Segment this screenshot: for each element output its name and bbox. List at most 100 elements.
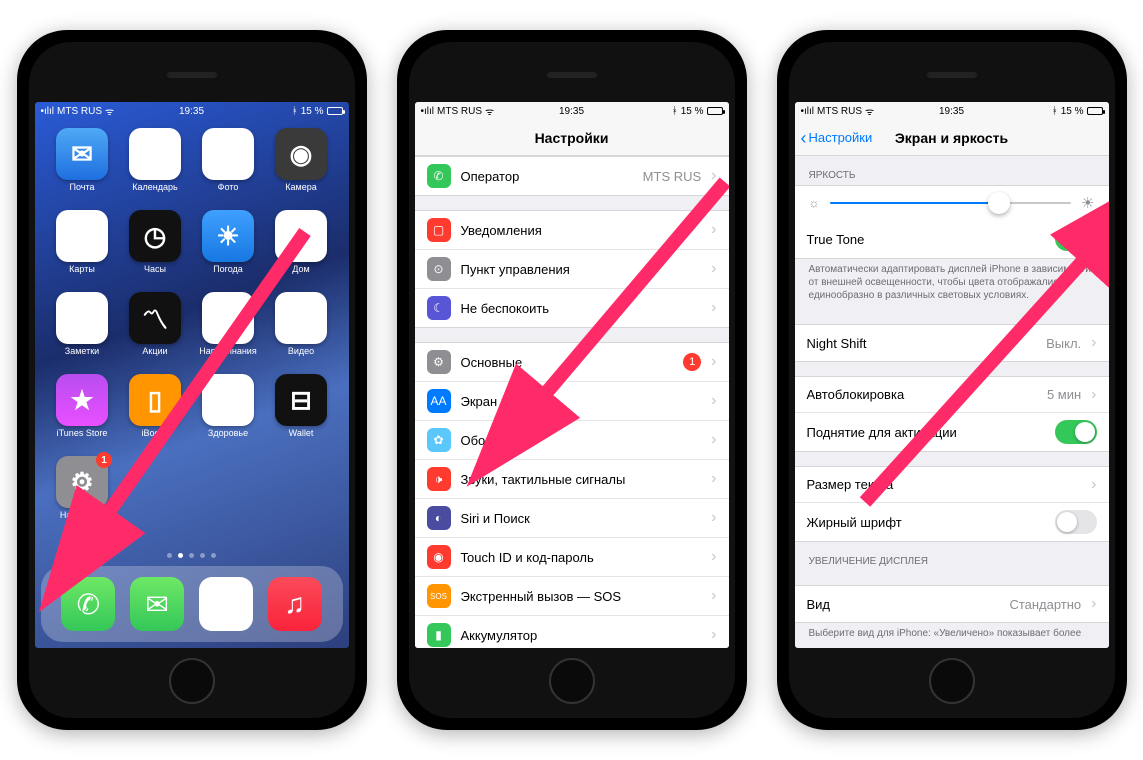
row-icon: ◐ — [427, 506, 451, 530]
bold-text-toggle[interactable] — [1055, 510, 1097, 534]
app-label: Фото — [218, 182, 239, 192]
ibooks-icon: ▯ — [129, 374, 181, 426]
status-bar: •ılılMTS RUSᯤ 19:35 ᚼ15 % — [795, 102, 1109, 120]
settings-icon: ⚙1 — [56, 456, 108, 508]
app-stocks[interactable]: 〽 Акции — [122, 292, 189, 370]
calendar-icon: 23 — [129, 128, 181, 180]
chevron-right-icon: › — [1091, 386, 1096, 404]
app-ibooks[interactable]: ▯ iBooks — [122, 374, 189, 452]
settings-row-звуки-тактильные-сигналы[interactable]: 🕩Звуки, тактильные сигналы› — [415, 460, 729, 499]
row-label: Основные — [461, 355, 674, 370]
app-grid: ✉ Почта 23Календарь✿Фото◉Камера ➤Карты◷Часы… — [35, 120, 349, 548]
back-button[interactable]: ‹ Настройки — [801, 129, 873, 147]
app-label: Карты — [69, 264, 95, 274]
app-calendar[interactable]: 23Календарь — [122, 128, 189, 206]
app-maps[interactable]: ➤Карты — [49, 210, 116, 288]
chevron-right-icon: › — [711, 353, 716, 371]
truetone-description: Автоматически адаптировать дисплей iPhon… — [795, 259, 1109, 310]
settings-row-экран-и-яркость[interactable]: AAЭкран и яркость› — [415, 382, 729, 421]
autolock-row[interactable]: Автоблокировка 5 мин › — [795, 377, 1109, 413]
app-weather[interactable]: ☀Погода — [195, 210, 262, 288]
row-label: Уведомления — [461, 223, 702, 238]
app-notes[interactable]: ≡Заметки — [49, 292, 116, 370]
app-home[interactable]: ⌂Дом — [268, 210, 335, 288]
app-wallet[interactable]: ⊟Wallet — [268, 374, 335, 452]
settings-row-touch-id-и-код-пароль[interactable]: ◉Touch ID и код-пароль› — [415, 538, 729, 577]
app-reminders[interactable]: ☑Напоминания — [195, 292, 262, 370]
chevron-right-icon: › — [1091, 334, 1096, 352]
settings-row-уведомления[interactable]: ▢Уведомления› — [415, 211, 729, 250]
health-icon: ♥ — [202, 374, 254, 426]
app-health[interactable]: ♥Здоровье — [195, 374, 262, 452]
row-label: Touch ID и код-пароль — [461, 550, 702, 565]
row-icon: ☾ — [427, 296, 451, 320]
app-photos[interactable]: ✿Фото — [195, 128, 262, 206]
page-indicator[interactable] — [35, 548, 349, 562]
app-label: Камера — [285, 182, 316, 192]
settings-row-пункт-управления[interactable]: ⊙Пункт управления› — [415, 250, 729, 289]
app-clock[interactable]: ◷Часы — [122, 210, 189, 288]
settings-row-обои[interactable]: ✿Обои› — [415, 421, 729, 460]
row-label: Оператор — [461, 169, 633, 184]
chevron-right-icon: › — [711, 221, 716, 239]
nightshift-row[interactable]: Night Shift Выкл. › — [795, 325, 1109, 361]
brightness-slider[interactable] — [830, 202, 1072, 204]
chevron-right-icon: › — [711, 299, 716, 317]
dock-phone[interactable]: ✆ — [61, 577, 115, 631]
mail-icon: ✉ — [56, 128, 108, 180]
navbar: Настройки — [415, 120, 729, 156]
status-bar: •ılılMTS RUSᯤ 19:35 ᚼ15 % — [415, 102, 729, 120]
iphone-display-device: •ılılMTS RUSᯤ 19:35 ᚼ15 % ‹ Настройки Эк… — [777, 30, 1127, 730]
truetone-row: True Tone — [795, 220, 1109, 258]
page-title: Экран и яркость — [895, 130, 1008, 146]
app-videos[interactable]: ▶Видео — [268, 292, 335, 370]
battery-icon — [327, 107, 343, 115]
dock-music[interactable]: ♫ — [268, 577, 322, 631]
raise-to-wake-toggle[interactable] — [1055, 420, 1097, 444]
settings-row-основные[interactable]: ⚙ Основные 1 › — [415, 343, 729, 382]
chevron-right-icon: › — [711, 626, 716, 644]
row-value: MTS RUS — [643, 169, 702, 184]
app-mail[interactable]: ✉ Почта — [49, 128, 116, 206]
chevron-right-icon: › — [711, 587, 716, 605]
badge: 1 — [96, 452, 112, 468]
settings-row-экстренный-вызов-sos[interactable]: SOSЭкстренный вызов — SOS› — [415, 577, 729, 616]
settings-row-siri-и-поиск[interactable]: ◐Siri и Поиск› — [415, 499, 729, 538]
itunes-icon: ★ — [56, 374, 108, 426]
app-settings[interactable]: ⚙1Настройки — [49, 456, 116, 534]
app-label: Дом — [292, 264, 309, 274]
bluetooth-icon: ᚼ — [292, 106, 298, 117]
page-title: Настройки — [535, 130, 609, 146]
app-camera[interactable]: ◉Камера — [268, 128, 335, 206]
row-icon: ⚙ — [427, 350, 451, 374]
app-label: Акции — [142, 346, 167, 356]
app-label: Почта — [70, 182, 95, 192]
app-label: iBooks — [141, 428, 168, 438]
display-settings-list[interactable]: ЯРКОСТЬ ☼ ☀ True Tone — [795, 156, 1109, 648]
settings-row-не-беспокоить[interactable]: ☾ Не беспокоить › — [415, 289, 729, 327]
dock: ✆ ✉ ◎ ♫ — [41, 566, 343, 642]
row-icon: 🕩 — [427, 467, 451, 491]
truetone-toggle[interactable] — [1055, 227, 1097, 251]
sun-small-icon: ☼ — [809, 196, 820, 210]
home-button[interactable] — [549, 658, 595, 704]
row-label: Звуки, тактильные сигналы — [461, 472, 702, 487]
app-itunes[interactable]: ★iTunes Store — [49, 374, 116, 452]
home-button[interactable] — [929, 658, 975, 704]
row-badge: 1 — [683, 353, 701, 371]
text-size-row[interactable]: Размер текста › — [795, 467, 1109, 503]
row-label: Не беспокоить — [461, 301, 702, 316]
stocks-icon: 〽 — [129, 292, 181, 344]
home-button[interactable] — [169, 658, 215, 704]
section-header-brightness: ЯРКОСТЬ — [795, 156, 1109, 185]
weather-icon: ☀ — [202, 210, 254, 262]
view-row[interactable]: Вид Стандартно › — [795, 586, 1109, 622]
settings-list[interactable]: ✆ОператорMTS RUS›▢Уведомления›⊙Пункт упр… — [415, 156, 729, 648]
row-icon: SOS — [427, 584, 451, 608]
dock-safari[interactable]: ◎ — [199, 577, 253, 631]
chevron-right-icon: › — [1091, 476, 1096, 494]
app-label: Напоминания — [199, 346, 256, 356]
settings-row-оператор[interactable]: ✆ОператорMTS RUS› — [415, 157, 729, 195]
dock-messages[interactable]: ✉ — [130, 577, 184, 631]
settings-row-аккумулятор[interactable]: ▮Аккумулятор› — [415, 616, 729, 648]
